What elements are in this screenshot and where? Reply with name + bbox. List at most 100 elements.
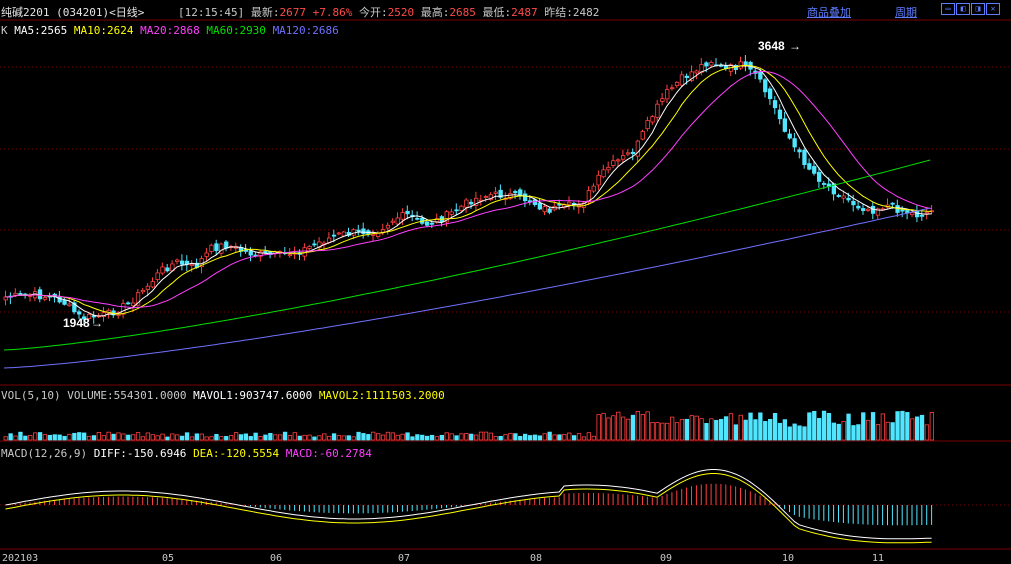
candle-body [616, 159, 621, 162]
candle-body [405, 210, 410, 215]
candlesticks [3, 55, 934, 326]
kline-chart[interactable]: 202103 05 06 07 08 09 10 11 3648 → 1948 → [0, 0, 1011, 564]
volume-bar [243, 433, 249, 441]
candle-body [821, 183, 827, 185]
volume-bar [596, 414, 601, 441]
volume-bar [121, 433, 126, 441]
volume-bar [655, 422, 660, 441]
volume-bar [895, 411, 900, 441]
date-tick-label: 09 [660, 553, 672, 564]
volume-bar [552, 434, 557, 441]
volume-bar [150, 434, 155, 441]
volume-bar [371, 431, 376, 441]
candle-body [782, 118, 787, 132]
candle-body [513, 191, 518, 194]
candle-body [709, 62, 714, 66]
candle-body [263, 251, 268, 254]
volume-bar [170, 433, 175, 441]
volume-bar [238, 434, 244, 441]
candle-body [312, 243, 317, 246]
volume-bar [429, 434, 435, 441]
volume-bar [380, 434, 386, 441]
volume-bar [758, 412, 763, 441]
candle-body [841, 195, 846, 199]
candle-body [184, 260, 190, 265]
volume-bar [929, 412, 934, 441]
volume-bar [199, 433, 204, 441]
candle-body [209, 244, 214, 252]
volume-bar [498, 436, 503, 441]
volume-bar [483, 431, 489, 441]
volume-bar [763, 421, 768, 441]
volume-bar [586, 432, 591, 441]
volume-bar [282, 431, 288, 441]
volume-bar [723, 416, 729, 441]
candle-body [356, 229, 361, 232]
volume-bar [866, 419, 871, 441]
candle-body [77, 311, 82, 315]
volume-bar [616, 411, 621, 441]
high-arrow-icon: → [789, 39, 801, 53]
volume-bar [219, 436, 224, 441]
volume-bar [699, 418, 704, 441]
volume-bar [581, 436, 587, 441]
candle-body [797, 149, 802, 153]
volume-bar [72, 432, 77, 441]
volume-bar [13, 435, 18, 441]
date-tick-label: 202103 [2, 553, 38, 564]
low-arrow-icon: → [91, 316, 103, 330]
volume-bar [851, 425, 856, 441]
volume-bar [743, 419, 748, 441]
candle-body [547, 208, 552, 213]
volume-bar [415, 434, 420, 441]
volume-bar [273, 434, 278, 441]
volume-bar [390, 432, 396, 441]
candle-body [866, 208, 871, 211]
date-axis: 202103 05 06 07 08 09 10 11 [2, 553, 884, 564]
volume-bar [567, 432, 572, 441]
volume-bar [224, 436, 229, 441]
candle-body [640, 131, 645, 140]
volume-bar [846, 413, 851, 441]
volume-bar [322, 433, 327, 441]
volume-bar [532, 434, 538, 441]
volume-bar [106, 431, 111, 441]
volume-bar [640, 413, 645, 441]
volume-bar [57, 434, 62, 441]
volume-bar [557, 434, 562, 441]
candle-body [204, 252, 209, 257]
volume-bar [175, 434, 180, 441]
volume-bar [684, 418, 689, 441]
date-tick-label: 05 [162, 553, 174, 564]
candle-body [787, 133, 792, 139]
candle-body [650, 116, 655, 123]
candle-body [371, 233, 376, 236]
volume-bar [473, 434, 479, 441]
volume-bar [42, 434, 48, 441]
volume-bar [449, 433, 454, 441]
volume-bar [410, 436, 415, 441]
candle-body [777, 109, 783, 120]
volume-bar [307, 434, 312, 441]
volume-bar [689, 415, 694, 441]
high-annotation: 3648 [758, 39, 785, 53]
volume-bar [111, 433, 116, 441]
candle-body [792, 138, 797, 148]
candle-body [390, 220, 396, 223]
candle-body [660, 98, 665, 102]
candle-body [704, 62, 709, 67]
volume-bar [189, 436, 195, 441]
candle-body [42, 297, 48, 300]
volume-bar [126, 434, 131, 441]
volume-bar [905, 412, 910, 441]
volume-bar [160, 433, 165, 441]
volume-bar [630, 414, 636, 441]
volume-bar [351, 436, 356, 441]
volume-bar [444, 432, 449, 441]
candle-body [606, 166, 611, 171]
volume-bar [82, 432, 87, 441]
volume-bar [77, 432, 82, 441]
volume-bar [880, 413, 885, 441]
volume-bar [890, 422, 895, 441]
volume-bar [826, 413, 832, 441]
